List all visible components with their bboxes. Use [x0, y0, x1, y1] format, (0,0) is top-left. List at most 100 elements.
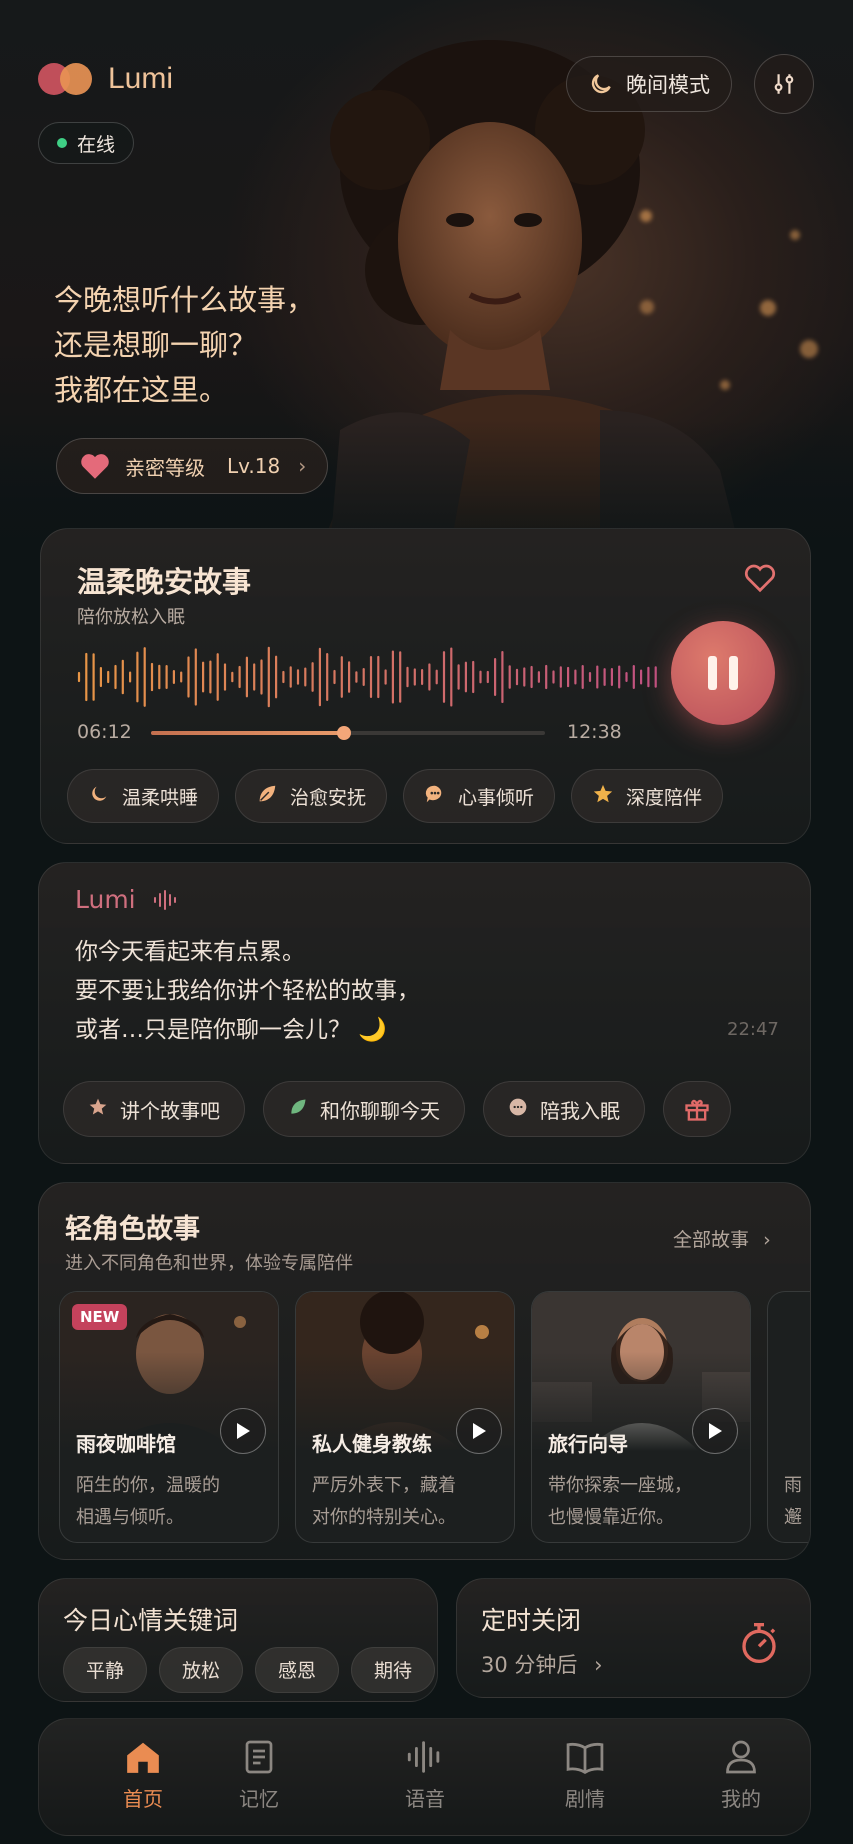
- intimacy-level: Lv.18: [227, 454, 281, 478]
- chip-healing[interactable]: 治愈安抚: [235, 769, 388, 823]
- favorite-heart-icon[interactable]: [743, 563, 777, 593]
- role-desc-line: 邂: [784, 1507, 802, 1528]
- pause-button[interactable]: [671, 621, 775, 725]
- greeting-line: 今晚想听什么故事，: [54, 283, 316, 317]
- story-title: 温柔晚安故事: [77, 565, 252, 599]
- mood-tag[interactable]: 平静: [63, 1647, 148, 1693]
- play-icon: [473, 1423, 486, 1439]
- play-button[interactable]: [456, 1408, 502, 1454]
- chat-icon: [424, 783, 446, 810]
- intimacy-label: 亲密等级: [125, 455, 205, 480]
- greeting-text: 今晚想听什么故事， 还是想聊一聊？ 我都在这里。: [54, 278, 315, 413]
- total-time: 12:38: [567, 721, 622, 743]
- chip-gentle-sleep[interactable]: 温柔哄睡: [67, 769, 220, 823]
- night-mode-label: 晚间模式: [626, 73, 710, 97]
- book-icon: [566, 1742, 604, 1774]
- role-desc: 带你探索一座城， 也慢慢靠近你。: [548, 1470, 692, 1534]
- sleep-timer-card[interactable]: 定时关闭 30 分钟后 ›: [456, 1578, 811, 1698]
- sleep-with-me-button[interactable]: 陪我入眠: [483, 1081, 645, 1137]
- section-title: 轻角色故事: [65, 1214, 200, 1245]
- role-desc-line: 严厉外表下，藏着: [312, 1475, 456, 1496]
- lumi-logo: [38, 63, 94, 95]
- voice-icon: [407, 1741, 440, 1773]
- gift-button[interactable]: [663, 1081, 731, 1137]
- night-mode-button[interactable]: 晚间模式: [566, 56, 732, 112]
- stopwatch-icon: [742, 1623, 776, 1663]
- bottom-tab-bar: 首页 记忆 语音 剧情 我的: [38, 1718, 811, 1836]
- sender-name: Lumi: [75, 885, 136, 914]
- chat-sender: Lumi: [75, 885, 178, 914]
- role-name: 旅行向导: [548, 1432, 628, 1456]
- role-card-trainer[interactable]: 私人健身教练 严厉外表下，藏着 对你的特别关心。: [295, 1291, 515, 1543]
- tab-story[interactable]: 剧情: [535, 1739, 635, 1812]
- mood-tag[interactable]: 放松: [159, 1647, 244, 1693]
- section-subtitle: 进入不同角色和世界，体验专属陪伴: [65, 1253, 353, 1274]
- chat-line: 或者…只是陪你聊一会儿？ 🌙: [75, 1017, 387, 1043]
- tab-home[interactable]: 首页: [93, 1739, 193, 1812]
- status-label: 在线: [77, 133, 116, 156]
- role-desc-line: 相遇与倾听。: [76, 1507, 184, 1528]
- chip-label: 深度陪伴: [626, 786, 703, 809]
- play-icon: [709, 1423, 722, 1439]
- chip-label: 温柔哄睡: [122, 786, 199, 809]
- tab-profile[interactable]: 我的: [691, 1739, 791, 1812]
- timer-title: 定时关闭: [481, 1606, 582, 1635]
- new-badge: NEW: [72, 1304, 128, 1330]
- online-status-badge: 在线: [38, 122, 135, 164]
- timer-value: 30 分钟后 ›: [481, 1649, 603, 1679]
- sliders-icon: [774, 74, 794, 94]
- tell-story-button[interactable]: 讲个故事吧: [63, 1081, 245, 1137]
- greeting-line: 我都在这里。: [54, 373, 229, 407]
- chevron-right-icon: ›: [298, 454, 307, 478]
- playback-progress-bar[interactable]: [151, 726, 545, 740]
- tab-memory[interactable]: 记忆: [209, 1739, 309, 1812]
- play-button[interactable]: [692, 1408, 738, 1454]
- gift-icon: [685, 1099, 709, 1121]
- role-name: 私人健身教练: [312, 1432, 432, 1456]
- story-player-card: 温柔晚安故事 陪你放松入眠 06:12 12:38 温柔哄睡 治愈安抚 心事倾听: [40, 528, 811, 844]
- chip-label: 心事倾听: [458, 786, 535, 809]
- role-card-guide[interactable]: 旅行向导 带你探索一座城， 也慢慢靠近你。: [531, 1291, 751, 1543]
- role-desc-line: 陌生的你，温暖的: [76, 1475, 220, 1496]
- pause-icon: [702, 656, 744, 690]
- chip-listen[interactable]: 心事倾听: [403, 769, 556, 823]
- play-icon: [237, 1423, 250, 1439]
- leaf-icon: [288, 1097, 308, 1122]
- tab-label: 剧情: [565, 1787, 605, 1811]
- chat-message-card: Lumi 你今天看起来有点累。 要不要让我给你讲个轻松的故事， 或者…只是陪你聊…: [38, 862, 811, 1164]
- progress-knob[interactable]: [337, 726, 352, 740]
- chevron-right-icon: ›: [594, 1653, 603, 1677]
- chat-today-button[interactable]: 和你聊聊今天: [263, 1081, 465, 1137]
- role-desc-line: 对你的特别关心。: [312, 1507, 456, 1528]
- mood-tag[interactable]: 期待: [351, 1647, 436, 1693]
- mood-keywords-card: 今日心情关键词 平静 放松 感恩 期待: [38, 1578, 438, 1702]
- online-dot-icon: [57, 138, 67, 148]
- settings-button[interactable]: [754, 54, 814, 114]
- tab-voice[interactable]: 语音: [375, 1739, 475, 1812]
- all-stories-label: 全部故事: [673, 1229, 750, 1251]
- story-subtitle: 陪你放松入眠: [77, 607, 185, 628]
- tab-label: 首页: [123, 1787, 163, 1811]
- notes-icon: [245, 1740, 273, 1774]
- action-label: 陪我入眠: [540, 1098, 620, 1123]
- role-desc: 严厉外表下，藏着 对你的特别关心。: [312, 1470, 456, 1534]
- role-card-cafe[interactable]: NEW 雨夜咖啡馆 陌生的你，温暖的 相遇与倾听。: [59, 1291, 279, 1543]
- mood-tag[interactable]: 感恩: [255, 1647, 340, 1693]
- chip-companion[interactable]: 深度陪伴: [571, 769, 724, 823]
- brand-name: Lumi: [108, 62, 174, 95]
- action-label: 讲个故事吧: [120, 1098, 220, 1123]
- chevron-right-icon: ›: [763, 1229, 771, 1251]
- chat-line: 你今天看起来有点累。: [75, 939, 305, 965]
- profile-icon: [726, 1740, 756, 1774]
- intimacy-level-button[interactable]: 亲密等级 Lv.18 ›: [56, 438, 328, 494]
- role-card-partial[interactable]: 雨 邂: [767, 1291, 810, 1543]
- all-stories-link[interactable]: 全部故事 ›: [673, 1225, 771, 1252]
- tab-label: 记忆: [239, 1787, 279, 1811]
- role-desc-line: 雨: [784, 1475, 802, 1496]
- star-icon: [592, 783, 614, 810]
- action-label: 和你聊聊今天: [320, 1098, 440, 1123]
- tab-label: 我的: [721, 1787, 761, 1811]
- role-desc-line: 也慢慢靠近你。: [548, 1507, 674, 1528]
- chat-icon: [508, 1097, 528, 1122]
- play-button[interactable]: [220, 1408, 266, 1454]
